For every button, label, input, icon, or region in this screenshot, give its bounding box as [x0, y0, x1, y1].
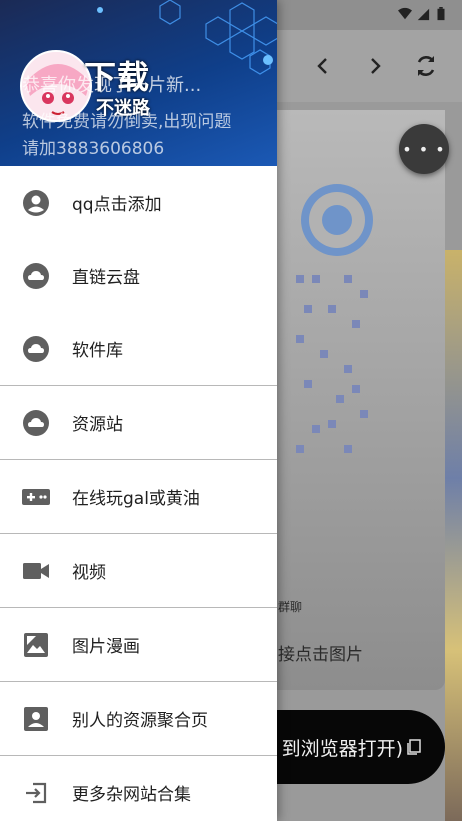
- menu-item-more-sites[interactable]: 更多杂网站合集: [0, 756, 277, 821]
- menu-item-label: 在线玩gal或黄油: [72, 489, 200, 509]
- cloud-icon: [22, 262, 50, 290]
- background-image: [445, 250, 462, 821]
- videocam-icon: [22, 557, 50, 585]
- cloud-icon: [22, 409, 50, 437]
- forward-button[interactable]: [357, 48, 393, 84]
- menu-item-label: 资源站: [72, 415, 123, 435]
- account-circle-icon: [22, 189, 50, 217]
- menu-item-direct-cloud[interactable]: 直链云盘: [0, 239, 277, 312]
- drawer-header: 下载 不迷路 恭喜你发现了一片新... 软件免费请勿倒卖,出现问题 请加3883…: [0, 0, 277, 166]
- qr-code-image[interactable]: [290, 180, 378, 470]
- header-welcome-text: 恭喜你发现了一片新...: [22, 75, 202, 96]
- back-icon: [317, 58, 327, 74]
- gamepad-icon: [22, 483, 50, 511]
- group-chat-text: 群聊: [278, 600, 303, 614]
- menu-item-online-games[interactable]: 在线玩gal或黄油: [0, 460, 277, 533]
- menu-item-label: 别人的资源聚合页: [72, 711, 208, 731]
- forward-icon: [371, 58, 381, 74]
- battery-icon: [437, 7, 445, 21]
- copy-icon: [407, 739, 421, 755]
- menu-item-label: 视频: [72, 563, 106, 583]
- menu-item-qq-add[interactable]: qq点击添加: [0, 166, 277, 239]
- cloud-icon: [22, 335, 50, 363]
- menu-item-resource-site[interactable]: 资源站: [0, 386, 277, 459]
- wifi-icon: [398, 7, 412, 20]
- signal-icon: [417, 8, 430, 21]
- image-icon: [22, 631, 50, 659]
- back-button[interactable]: [305, 48, 341, 84]
- header-notice-text: 软件免费请勿倒卖,出现问题: [22, 112, 232, 132]
- status-icons: [398, 7, 448, 21]
- menu-item-others-resources[interactable]: 别人的资源聚合页: [0, 682, 277, 755]
- refresh-icon: [417, 56, 435, 76]
- drawer-menu: qq点击添加 直链云盘 软件库 资源站 在线玩gal或黄油 视频 图片漫画 别人…: [0, 166, 277, 821]
- contact-card-icon: [22, 705, 50, 733]
- menu-item-image-comics[interactable]: 图片漫画: [0, 608, 277, 681]
- open-in-browser-label: 到浏览器打开): [281, 737, 403, 760]
- more-options-button[interactable]: • • •: [399, 124, 449, 174]
- menu-item-label: 图片漫画: [72, 637, 140, 657]
- more-dots-icon: • • •: [402, 139, 446, 159]
- tap-image-text: 接点击图片: [278, 645, 363, 665]
- header-contact-text: 请加3883606806: [22, 139, 165, 159]
- menu-item-video[interactable]: 视频: [0, 534, 277, 607]
- menu-item-label: qq点击添加: [72, 195, 162, 215]
- menu-item-software-library[interactable]: 软件库: [0, 312, 277, 385]
- exit-arrow-icon: [22, 779, 50, 807]
- navigation-drawer: 下载 不迷路 恭喜你发现了一片新... 软件免费请勿倒卖,出现问题 请加3883…: [0, 0, 277, 821]
- refresh-button[interactable]: [408, 48, 444, 84]
- menu-item-label: 软件库: [72, 341, 123, 361]
- menu-item-label: 直链云盘: [72, 268, 140, 288]
- menu-item-label: 更多杂网站合集: [72, 785, 191, 805]
